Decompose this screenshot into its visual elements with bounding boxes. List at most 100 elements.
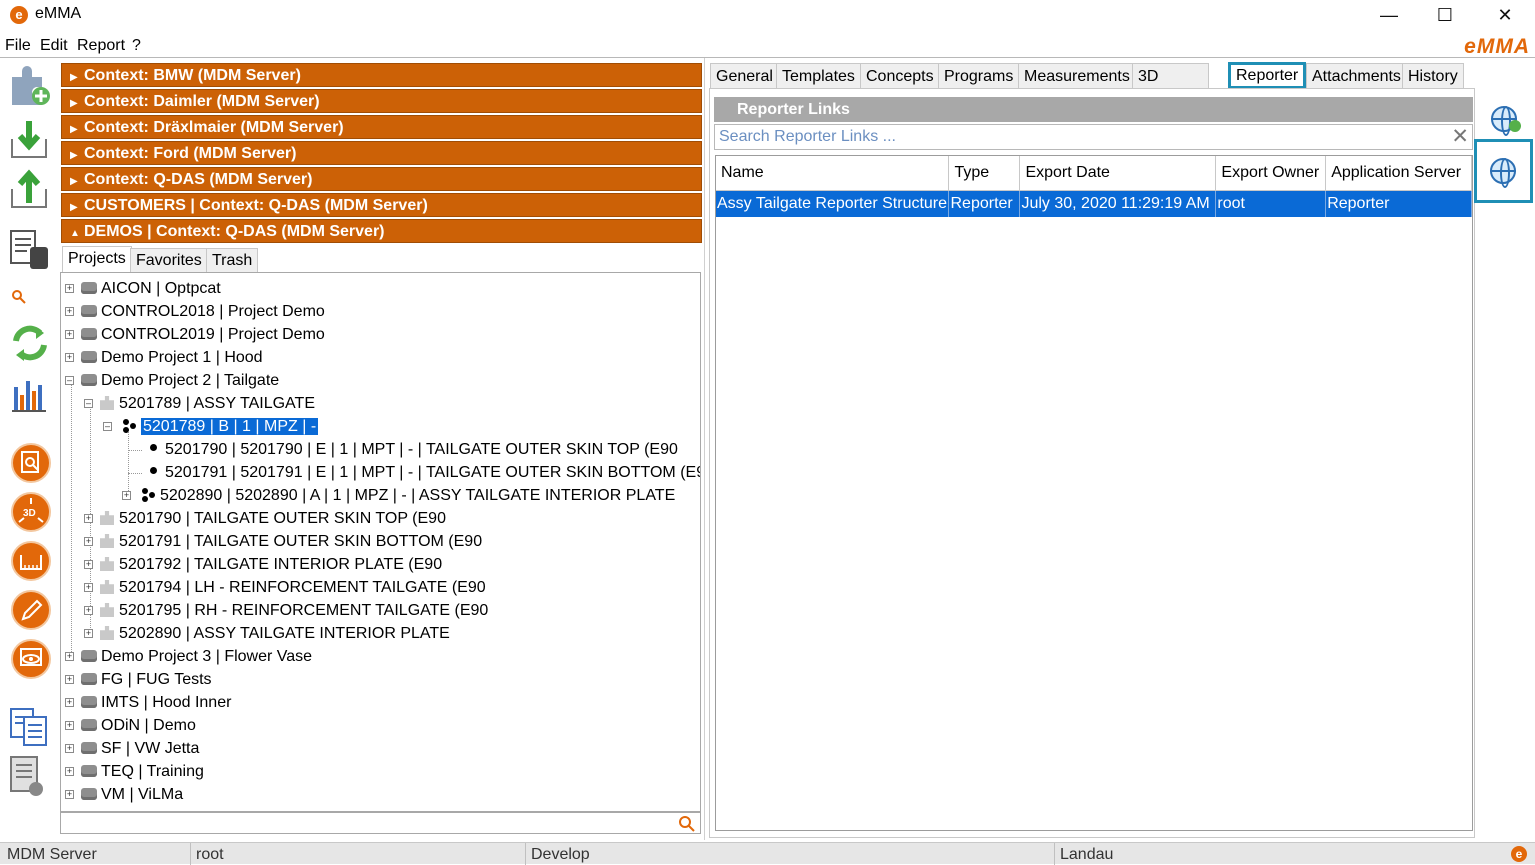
tree-node[interactable]: + VM | ViLMa <box>65 783 183 806</box>
tree-node[interactable]: + ODiN | Demo <box>65 714 196 737</box>
column-header-application-server[interactable]: Application Server <box>1325 156 1472 191</box>
view-icon[interactable] <box>11 639 51 679</box>
tree-node[interactable]: +5201791 | TAILGATE OUTER SKIN BOTTOM (E… <box>84 530 482 553</box>
tree-node[interactable]: + CONTROL2019 | Project Demo <box>65 323 325 346</box>
context-header[interactable]: ▶ Context: Dräxlmaier (MDM Server) <box>61 115 702 139</box>
table-row[interactable]: Assy Tailgate Reporter Structure Reporte… <box>716 190 1472 217</box>
expand-icon[interactable]: + <box>65 744 74 753</box>
tree-node[interactable]: +5201794 | LH - REINFORCEMENT TAILGATE (… <box>84 576 486 599</box>
expand-icon[interactable]: + <box>65 767 74 776</box>
tree-node[interactable]: – Demo Project 2 | Tailgate <box>65 369 279 392</box>
reporter-search-field[interactable]: ✕ <box>714 124 1473 150</box>
tree-node[interactable]: + SF | VW Jetta <box>65 737 199 760</box>
tree-node[interactable]: +5202890 | 5202890 | A | 1 | MPZ | - | A… <box>122 484 675 507</box>
column-header-export-date[interactable]: Export Date <box>1019 156 1217 191</box>
expand-icon[interactable]: + <box>65 675 74 684</box>
tree-node[interactable]: + FG | FUG Tests <box>65 668 212 691</box>
tab-history[interactable]: History <box>1402 63 1464 88</box>
expand-icon[interactable]: + <box>65 330 74 339</box>
context-header[interactable]: ▶ Context: Q-DAS (MDM Server) <box>61 167 702 191</box>
tree-node[interactable]: + Demo Project 3 | Flower Vase <box>65 645 312 668</box>
tab-trash[interactable]: Trash <box>206 248 259 272</box>
tab-3d-sessions[interactable]: 3D Sessions <box>1132 63 1209 110</box>
menu-help[interactable]: ? <box>132 37 141 55</box>
close-button[interactable]: ✕ <box>1482 0 1528 32</box>
tree-node-selected[interactable]: –5201789 | B | 1 | MPZ | - <box>103 415 319 438</box>
tree-node[interactable]: 5201791 | 5201791 | E | 1 | MPT | - | TA… <box>150 461 700 484</box>
collapse-icon[interactable]: – <box>65 376 74 385</box>
expand-icon[interactable]: + <box>84 629 93 638</box>
collapse-icon[interactable]: – <box>103 422 112 431</box>
expand-icon[interactable]: + <box>65 790 74 799</box>
measure-icon[interactable] <box>11 541 51 581</box>
context-header[interactable]: ▶ CUSTOMERS | Context: Q-DAS (MDM Server) <box>61 193 702 217</box>
search-icon[interactable] <box>678 815 696 833</box>
download-arrow-icon[interactable] <box>8 119 54 163</box>
minimize-button[interactable]: — <box>1366 0 1412 32</box>
refresh-icon[interactable] <box>8 323 54 367</box>
context-header[interactable]: ▶ Context: Ford (MDM Server) <box>61 141 702 165</box>
context-header[interactable]: ▶ Context: Daimler (MDM Server) <box>61 89 702 113</box>
puzzle-add-icon[interactable] <box>8 63 54 107</box>
cell-export-date[interactable]: July 30, 2020 11:29:19 AM <box>1019 190 1217 217</box>
tab-general[interactable]: General <box>710 63 779 88</box>
cell-type[interactable]: Reporter <box>948 190 1021 217</box>
expand-icon[interactable]: + <box>84 537 93 546</box>
menu-report[interactable]: Report <box>77 37 125 55</box>
tab-favorites[interactable]: Favorites <box>130 248 208 272</box>
column-header-export-owner[interactable]: Export Owner <box>1215 156 1327 191</box>
expand-icon[interactable]: + <box>84 606 93 615</box>
tree-node[interactable]: +5201795 | RH - REINFORCEMENT TAILGATE (… <box>84 599 488 622</box>
context-header[interactable]: ▶ Context: BMW (MDM Server) <box>61 63 702 87</box>
maximize-button[interactable]: ☐ <box>1422 0 1468 32</box>
tree-node[interactable]: 5201790 | 5201790 | E | 1 | MPT | - | TA… <box>150 438 678 461</box>
column-header-name[interactable]: Name <box>716 156 950 191</box>
context-header-expanded[interactable]: ▲ DEMOS | Context: Q-DAS (MDM Server) <box>61 219 702 243</box>
expand-icon[interactable]: + <box>65 721 74 730</box>
expand-icon[interactable]: + <box>65 698 74 707</box>
tree-node[interactable]: + CONTROL2018 | Project Demo <box>65 300 325 323</box>
archive-icon[interactable] <box>8 755 54 799</box>
tab-projects[interactable]: Projects <box>62 246 132 272</box>
tree-node[interactable]: + IMTS | Hood Inner <box>65 691 231 714</box>
tree-search-input[interactable] <box>60 812 701 834</box>
cell-application-server[interactable]: Reporter <box>1325 190 1472 217</box>
bar-chart-icon[interactable] <box>8 375 54 419</box>
expand-icon[interactable]: + <box>84 514 93 523</box>
tree-node[interactable]: + TEQ | Training <box>65 760 204 783</box>
tree-node[interactable]: + Demo Project 1 | Hood <box>65 346 263 369</box>
documents-icon[interactable] <box>8 705 54 749</box>
expand-icon[interactable]: + <box>65 284 74 293</box>
open-reporter-button[interactable] <box>1474 139 1533 203</box>
cell-export-owner[interactable]: root <box>1215 190 1327 217</box>
menu-edit[interactable]: Edit <box>40 37 68 55</box>
3d-icon[interactable]: 3D <box>11 492 51 532</box>
tab-programs[interactable]: Programs <box>938 63 1020 88</box>
tree-node[interactable]: +5201790 | TAILGATE OUTER SKIN TOP (E90 <box>84 507 446 530</box>
collapse-icon[interactable]: – <box>84 399 93 408</box>
tab-measurements[interactable]: Measurements <box>1018 63 1136 88</box>
tree-node[interactable]: –5201789 | ASSY TAILGATE <box>84 392 315 415</box>
tree-node[interactable]: +5201792 | TAILGATE INTERIOR PLATE (E90 <box>84 553 442 576</box>
upload-arrow-icon[interactable] <box>8 169 54 213</box>
expand-icon[interactable]: + <box>65 353 74 362</box>
column-header-type[interactable]: Type <box>948 156 1021 191</box>
tab-templates[interactable]: Templates <box>776 63 861 88</box>
cell-name[interactable]: Assy Tailgate Reporter Structure <box>716 190 950 217</box>
expand-icon[interactable]: + <box>84 560 93 569</box>
tree-node[interactable]: + AICON | Optpcat <box>65 277 221 300</box>
menu-file[interactable]: File <box>5 37 31 55</box>
expand-icon[interactable]: + <box>122 491 131 500</box>
expand-icon[interactable]: + <box>65 652 74 661</box>
expand-icon[interactable]: + <box>65 307 74 316</box>
tab-concepts[interactable]: Concepts <box>860 63 940 88</box>
reporter-search-input[interactable] <box>715 125 1435 149</box>
tab-reporter[interactable]: Reporter <box>1228 62 1307 89</box>
report-binoculars-icon[interactable] <box>8 229 54 273</box>
clear-search-icon[interactable]: ✕ <box>1451 124 1469 149</box>
pencil-icon[interactable] <box>11 590 51 630</box>
tab-attachments[interactable]: Attachments <box>1306 63 1407 88</box>
expand-icon[interactable]: + <box>84 583 93 592</box>
panel-splitter[interactable] <box>704 58 708 840</box>
inspect-icon[interactable] <box>11 443 51 483</box>
